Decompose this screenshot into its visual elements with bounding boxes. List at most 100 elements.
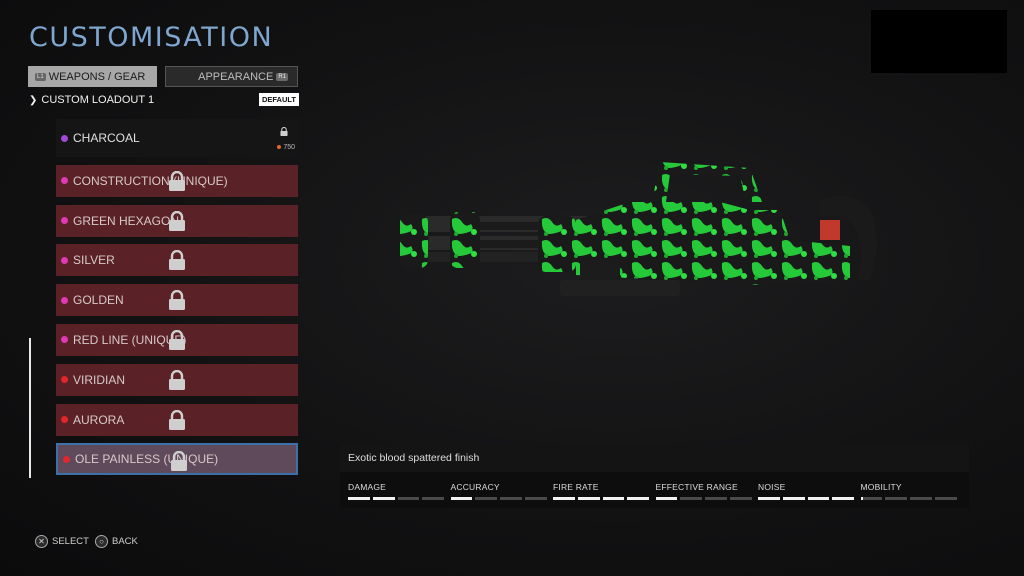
lock-icon	[280, 125, 288, 136]
tab-bar: L1 WEAPONS / GEAR APPEARANCE R1	[28, 66, 298, 87]
stat-segment	[475, 497, 497, 500]
details-panel: Exotic blood spattered finish DAMAGE ACCU…	[340, 444, 969, 508]
stat-label: NOISE	[758, 482, 786, 492]
skin-list-item[interactable]: GOLDEN	[56, 284, 298, 317]
stat-segment	[500, 497, 522, 500]
stat-meter	[860, 497, 957, 500]
stat-noise: NOISE	[758, 482, 854, 500]
stat-segment	[348, 497, 370, 500]
skin-name: GOLDEN	[73, 293, 124, 308]
skin-name: VIRIDIAN	[73, 372, 126, 387]
tab-appearance[interactable]: APPEARANCE R1	[165, 66, 298, 87]
stat-segment	[680, 497, 702, 500]
lock-icon	[170, 451, 188, 472]
skin-name: AURORA	[73, 412, 125, 427]
stat-segment	[885, 497, 907, 500]
skin-list-item[interactable]: GREEN HEXAGON	[56, 204, 298, 237]
stat-segment	[832, 497, 854, 500]
rarity-dot	[61, 296, 68, 304]
rarity-dot	[61, 217, 68, 225]
skin-name: CHARCOAL	[73, 131, 140, 145]
stat-accuracy: ACCURACY	[450, 482, 547, 500]
tab-weapons-gear[interactable]: L1 WEAPONS / GEAR	[28, 66, 157, 87]
tab-label: APPEARANCE	[198, 70, 274, 83]
price-tag: 750	[277, 144, 295, 151]
skin-name: OLE PAINLESS (UNIQUE)	[75, 452, 219, 467]
lock-icon	[168, 170, 186, 191]
stat-meter	[553, 497, 649, 500]
skin-name: GREEN HEXAGON	[73, 213, 180, 228]
rarity-dot	[61, 336, 68, 344]
lock-icon	[168, 329, 186, 350]
stat-fire-rate: FIRE RATE	[553, 482, 649, 500]
lock-icon	[168, 290, 186, 311]
stat-segment	[807, 497, 830, 500]
stat-meter	[758, 497, 854, 500]
stat-meter	[655, 497, 752, 500]
stat-segment	[577, 497, 600, 500]
circle-button-icon: ○	[95, 535, 108, 548]
rarity-dot	[61, 376, 68, 384]
stat-label: MOBILITY	[860, 482, 902, 492]
stat-effective-range: EFFECTIVE RANGE	[655, 482, 752, 500]
minimap-panel	[871, 10, 1007, 73]
stat-segment	[910, 497, 932, 500]
stat-segment	[729, 497, 752, 500]
stat-segment	[705, 497, 727, 500]
stat-label: DAMAGE	[348, 482, 387, 492]
rarity-dot	[61, 177, 68, 185]
stat-segment	[602, 497, 625, 500]
scrollbar[interactable]	[29, 338, 31, 478]
r1-button-icon: R1	[276, 72, 288, 81]
lock-icon	[168, 250, 186, 271]
loadout-selector[interactable]: ❯ CUSTOM LOADOUT 1 DEFAULT	[29, 92, 299, 108]
default-badge: DEFAULT	[258, 93, 299, 106]
stat-segment	[782, 497, 805, 500]
select-label: SELECT	[52, 536, 89, 547]
rarity-dot	[61, 134, 68, 142]
stat-segment	[655, 497, 678, 500]
skin-list-item[interactable]: AURORA	[56, 403, 298, 436]
stat-segment	[553, 497, 575, 500]
stat-label: ACCURACY	[450, 482, 500, 492]
l1-button-icon: L1	[35, 72, 46, 81]
stat-segment	[934, 497, 957, 500]
skin-list-item[interactable]: SILVER	[56, 244, 298, 277]
back-label: BACK	[112, 536, 138, 547]
stat-segment	[372, 497, 395, 500]
lock-icon	[168, 210, 186, 231]
stat-segment	[524, 497, 547, 500]
lock-icon	[168, 409, 186, 430]
minigun-preview-image	[400, 162, 877, 296]
back-hint[interactable]: ○ BACK	[95, 535, 138, 548]
stat-meter	[348, 497, 444, 500]
stat-damage: DAMAGE	[348, 482, 444, 500]
stats-row: DAMAGE ACCURACY FIRE RATE EFFECTIVE RANGE NO…	[340, 472, 969, 508]
select-hint[interactable]: ✕ SELECT	[35, 535, 89, 548]
skin-description: Exotic blood spattered finish	[348, 452, 480, 464]
price-value: 750	[283, 144, 295, 151]
skin-list-item[interactable]: OLE PAINLESS (UNIQUE)	[56, 443, 298, 476]
stat-segment	[860, 497, 883, 500]
skin-list-item[interactable]: VIRIDIAN	[56, 363, 298, 396]
stat-segment	[450, 497, 473, 500]
rarity-dot	[61, 256, 68, 264]
skin-list-item[interactable]: CHARCOAL 750	[56, 119, 298, 157]
rarity-dot	[63, 455, 70, 463]
currency-icon	[277, 145, 282, 150]
stat-segment	[758, 497, 780, 500]
stat-segment	[422, 497, 444, 500]
skin-name: CONSTRUCTION (UNIQUE)	[73, 173, 228, 188]
stat-segment	[397, 497, 420, 500]
cross-button-icon: ✕	[35, 535, 48, 548]
lock-icon	[168, 369, 186, 390]
stat-meter	[450, 497, 547, 500]
skin-list: CHARCOAL 750 CONSTRUCTION (UNIQUE) GREEN HE…	[56, 118, 298, 483]
rarity-dot	[61, 416, 68, 424]
skin-name: SILVER	[73, 253, 115, 268]
page-title: CUSTOMISATION	[29, 22, 274, 53]
skin-list-item[interactable]: RED LINE (UNIQUE)	[56, 323, 298, 356]
skin-list-item[interactable]: CONSTRUCTION (UNIQUE)	[56, 164, 298, 197]
loadout-name: CUSTOM LOADOUT 1	[41, 94, 155, 106]
stat-label: FIRE RATE	[553, 482, 599, 492]
